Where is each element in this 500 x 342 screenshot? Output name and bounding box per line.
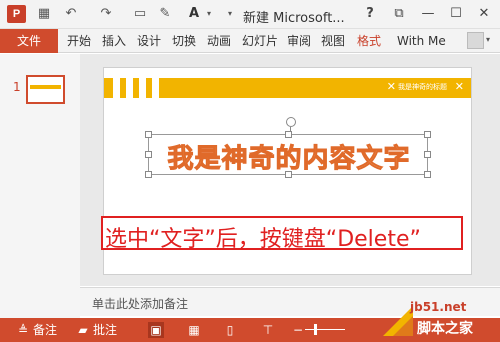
banner-close-icon: ✕ bbox=[454, 80, 464, 93]
slide-banner: ✕ 我是神奇的标题 ✕ bbox=[104, 78, 471, 98]
slideshow-icon[interactable]: ▭ bbox=[132, 6, 148, 22]
chevron-down-icon[interactable]: ▾ bbox=[201, 6, 217, 22]
watermark-logo-icon bbox=[383, 306, 413, 336]
user-name[interactable]: With Me bbox=[397, 29, 446, 53]
help-button[interactable]: ? bbox=[360, 5, 380, 23]
undo-icon[interactable]: ↶ bbox=[63, 6, 79, 22]
format-painter-icon[interactable]: ✎ bbox=[157, 6, 173, 22]
rotate-handle-icon[interactable] bbox=[286, 117, 296, 127]
tab-insert[interactable]: 插入 bbox=[102, 29, 126, 53]
banner-stripe bbox=[139, 78, 146, 98]
instruction-callout: 选中“文字”后，按键盘“Delete” bbox=[101, 216, 463, 252]
resize-handle[interactable] bbox=[424, 131, 431, 138]
redo-icon[interactable]: ↷ bbox=[98, 6, 114, 22]
notes-placeholder[interactable]: 单击此处添加备注 bbox=[92, 295, 188, 312]
slide-sorter-view-icon[interactable]: ▦ bbox=[186, 322, 202, 338]
title-bar: P ▦ ↶ ↷ ▭ ✎ A ▾ ▾ 新建 Microsoft... ? ⧉ — … bbox=[0, 0, 500, 29]
slide-canvas[interactable]: ✕ 我是神奇的标题 ✕ 我是神奇的内容文字 选中“文字”后，按键盘“Delete… bbox=[101, 67, 472, 275]
zoom-out-icon[interactable]: − bbox=[290, 322, 306, 338]
banner-title: 我是神奇的标题 bbox=[398, 83, 447, 91]
banner-stripe bbox=[126, 78, 133, 98]
instruction-text: 选中“文字”后，按键盘“Delete” bbox=[105, 227, 421, 252]
watermark-site: jb51.net bbox=[410, 300, 467, 314]
thumbnail-text-line bbox=[30, 85, 61, 89]
font-color-icon[interactable]: A bbox=[186, 6, 202, 22]
banner-stripe bbox=[113, 78, 120, 98]
watermark-name: 脚本之家 bbox=[417, 321, 473, 337]
slide-thumbnail[interactable] bbox=[26, 75, 65, 104]
slide-editing-area: ✕ 我是神奇的标题 ✕ 我是神奇的内容文字 选中“文字”后，按键盘“Delete… bbox=[80, 54, 500, 286]
close-button[interactable]: ✕ bbox=[474, 5, 494, 23]
tab-transitions[interactable]: 切换 bbox=[172, 29, 196, 53]
ribbon-display-button[interactable]: ⧉ bbox=[389, 5, 409, 23]
zoom-slider[interactable] bbox=[305, 329, 345, 330]
window-title: 新建 Microsoft... bbox=[243, 11, 345, 26]
tab-animations[interactable]: 动画 bbox=[207, 29, 231, 53]
avatar[interactable] bbox=[467, 32, 484, 49]
content-text[interactable]: 我是神奇的内容文字 bbox=[149, 138, 429, 175]
maximize-button[interactable]: ☐ bbox=[446, 5, 466, 23]
ribbon-tabs: 文件 开始 插入 设计 切换 动画 幻灯片 审阅 视图 格式 With Me ▾ bbox=[0, 29, 500, 53]
zoom-slider-thumb[interactable] bbox=[314, 324, 317, 335]
tab-design[interactable]: 设计 bbox=[137, 29, 161, 53]
comments-toggle-label[interactable]: 批注 bbox=[93, 322, 117, 338]
notes-icon[interactable]: ≜ bbox=[15, 322, 31, 338]
banner-close-icon: ✕ bbox=[386, 80, 396, 93]
slide-thumbnails-pane: 1 bbox=[0, 54, 80, 319]
powerpoint-logo-icon: P bbox=[7, 5, 26, 23]
tab-view[interactable]: 视图 bbox=[321, 29, 345, 53]
save-icon[interactable]: ▦ bbox=[36, 6, 52, 22]
tab-file[interactable]: 文件 bbox=[0, 29, 58, 53]
resize-handle[interactable] bbox=[285, 131, 292, 138]
notes-toggle-label[interactable]: 备注 bbox=[33, 322, 57, 338]
normal-view-icon[interactable]: ▣ bbox=[148, 322, 164, 338]
tab-slideshow[interactable]: 幻灯片 bbox=[242, 29, 278, 53]
slideshow-view-icon[interactable]: ⊤ bbox=[260, 322, 276, 338]
minimize-button[interactable]: — bbox=[418, 5, 438, 23]
tab-home[interactable]: 开始 bbox=[67, 29, 91, 53]
slide-number: 1 bbox=[13, 80, 21, 94]
tab-review[interactable]: 审阅 bbox=[287, 29, 311, 53]
qat-customize-icon[interactable]: ▾ bbox=[222, 6, 238, 22]
banner-stripe bbox=[152, 78, 159, 98]
resize-handle[interactable] bbox=[145, 131, 152, 138]
comments-icon[interactable]: ▰ bbox=[75, 322, 91, 338]
tab-format[interactable]: 格式 bbox=[357, 29, 381, 53]
reading-view-icon[interactable]: ▯ bbox=[222, 322, 238, 338]
chevron-down-icon[interactable]: ▾ bbox=[486, 35, 490, 44]
content-textbox[interactable]: 我是神奇的内容文字 bbox=[145, 117, 431, 178]
